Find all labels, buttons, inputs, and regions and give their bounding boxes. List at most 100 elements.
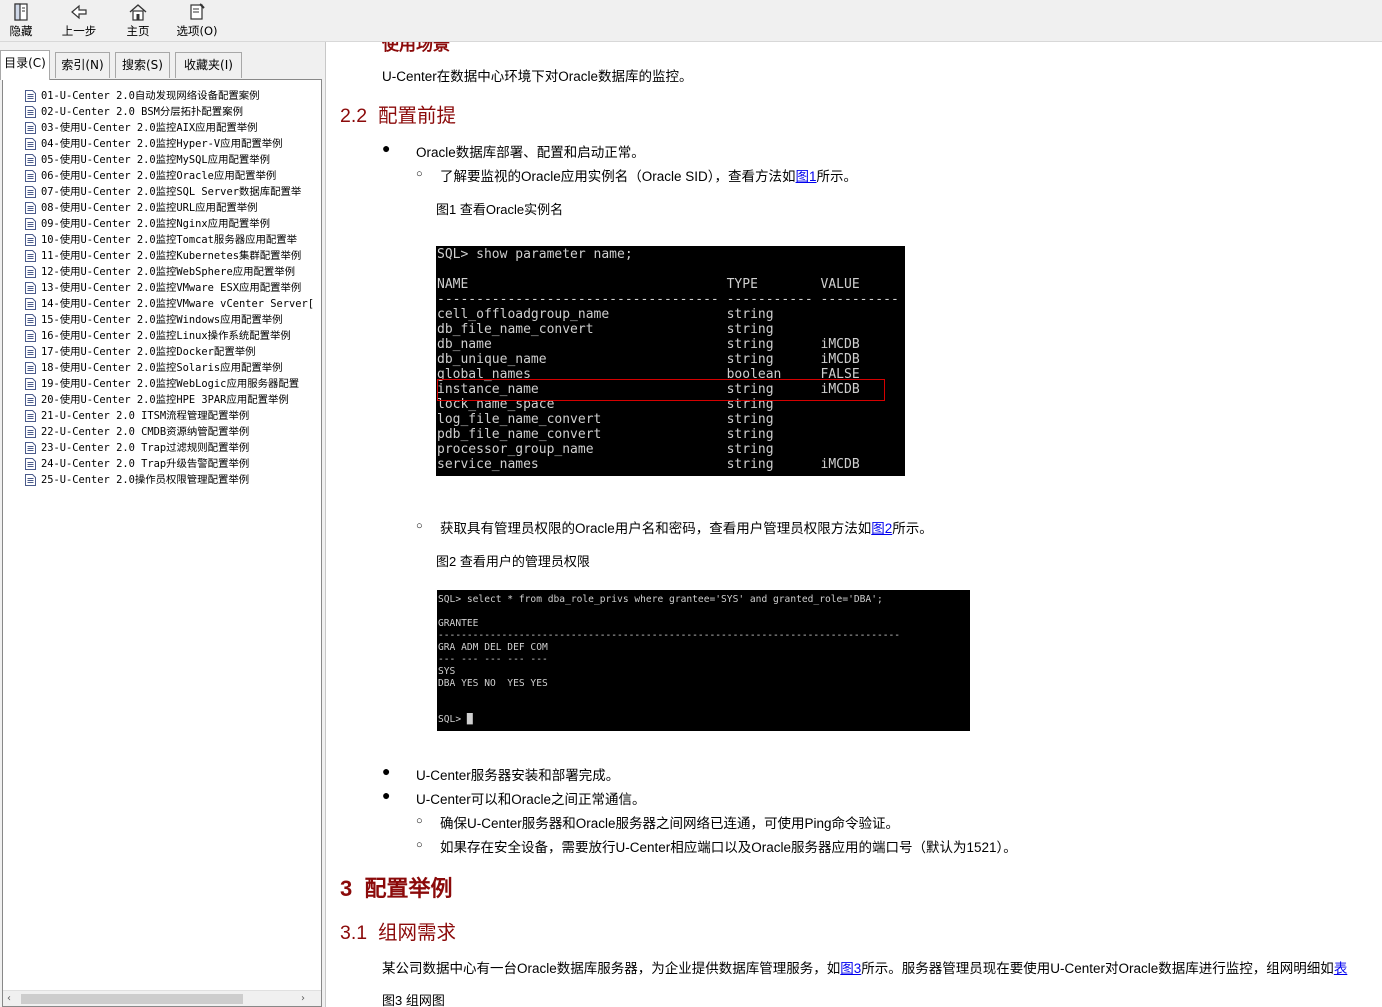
- tree-item-label: 17-使用U-Center 2.0监控Docker配置举例: [41, 346, 256, 358]
- tree-item-label: 18-使用U-Center 2.0监控Solaris应用配置举例: [41, 362, 283, 374]
- tree-item-label: 13-使用U-Center 2.0监控VMware ESX应用配置举例: [41, 282, 302, 294]
- fig2-link[interactable]: 图2: [871, 521, 892, 536]
- document-icon: [25, 106, 36, 118]
- terminal-row: service_names string iMCDB: [437, 457, 860, 472]
- toolbar: 隐藏 上一步 主页 选项(O): [0, 0, 1382, 42]
- contents-tree: 01-U-Center 2.0自动发现网络设备配置案例 02-U-Center 2…: [3, 88, 313, 988]
- table-link[interactable]: 表: [1334, 961, 1348, 976]
- document-icon: [25, 154, 36, 166]
- tab-index-label: 索引(N): [61, 58, 104, 72]
- terminal-line: ----------------------------------------…: [438, 630, 901, 641]
- document-icon: [25, 346, 36, 358]
- document-icon: [25, 170, 36, 182]
- tree-item-label: 11-使用U-Center 2.0监控Kubernetes集群配置举例: [41, 250, 302, 262]
- section-title: 组网需求: [377, 922, 456, 944]
- terminal-row: db_name string iMCDB: [437, 337, 860, 352]
- tree-item[interactable]: 22-U-Center 2.0 CMDB资源纳管配置举例: [25, 424, 249, 440]
- fig3-link[interactable]: 图3: [840, 961, 861, 976]
- fig1-link[interactable]: 图1: [796, 169, 817, 184]
- tree-item[interactable]: 13-使用U-Center 2.0监控VMware ESX应用配置举例: [25, 280, 301, 296]
- tree-item[interactable]: 14-使用U-Center 2.0监控VMware vCenter Server…: [25, 296, 313, 312]
- tree-item-label: 19-使用U-Center 2.0监控WebLogic应用服务器配置: [41, 378, 300, 390]
- networking-text-mid: 所示。服务器管理员现在要使用U-Center对Oracle数据库进行监控，组网明…: [861, 961, 1334, 976]
- tree-item-label: 01-U-Center 2.0自动发现网络设备配置案例: [41, 90, 260, 102]
- tree-item[interactable]: 20-使用U-Center 2.0监控HPE 3PAR应用配置举例: [25, 392, 289, 408]
- document-icon: [25, 218, 36, 230]
- document-icon: [25, 426, 36, 438]
- tree-item[interactable]: 09-使用U-Center 2.0监控Nginx应用配置举例: [25, 216, 270, 232]
- terminal-header: NAME TYPE VALUE: [437, 277, 860, 292]
- hide-button[interactable]: 隐藏: [4, 0, 38, 40]
- tab-contents[interactable]: 目录(C): [0, 50, 50, 80]
- tree-item[interactable]: 17-使用U-Center 2.0监控Docker配置举例: [25, 344, 256, 360]
- bullet-icon: ●: [382, 763, 391, 779]
- terminal-row: db_unique_name string iMCDB: [437, 352, 860, 367]
- tree-item[interactable]: 15-使用U-Center 2.0监控Windows应用配置举例: [25, 312, 283, 328]
- tree-item-label: 02-U-Center 2.0 BSM分层拓扑配置案例: [41, 106, 243, 118]
- tree-item[interactable]: 19-使用U-Center 2.0监控WebLogic应用服务器配置: [25, 376, 299, 392]
- document-icon: [25, 90, 36, 102]
- scrollbar-thumb[interactable]: [21, 994, 243, 1004]
- document-icon: [25, 378, 36, 390]
- tree-item[interactable]: 18-使用U-Center 2.0监控Solaris应用配置举例: [25, 360, 283, 376]
- tree-item-label: 14-使用U-Center 2.0监控VMware vCenter Server…: [41, 298, 313, 310]
- tree-item[interactable]: 07-使用U-Center 2.0监控SQL Server数据库配置举: [25, 184, 301, 200]
- home-button[interactable]: 主页: [122, 0, 154, 40]
- tab-search-label: 搜索(S): [122, 58, 163, 72]
- back-button[interactable]: 上一步: [58, 0, 100, 40]
- tree-item[interactable]: 05-使用U-Center 2.0监控MySQL应用配置举例: [25, 152, 270, 168]
- figure-1-caption: 图1 查看Oracle实例名: [436, 202, 564, 217]
- tree-item[interactable]: 21-U-Center 2.0 ITSM流程管理配置举例: [25, 408, 249, 424]
- tree-item[interactable]: 25-U-Center 2.0操作员权限管理配置举例: [25, 472, 249, 488]
- intro-paragraph: U-Center在数据中心环境下对Oracle数据库的监控。: [382, 69, 693, 84]
- horizontal-scrollbar[interactable]: ‹ ›: [3, 990, 321, 1006]
- terminal-row: processor_group_name string: [437, 442, 774, 457]
- tree-item[interactable]: 04-使用U-Center 2.0监控Hyper-V应用配置举例: [25, 136, 283, 152]
- terminal-line: SQL> █: [438, 714, 473, 725]
- options-button-label: 选项(O): [176, 24, 218, 38]
- tree-item-label: 22-U-Center 2.0 CMDB资源纳管配置举例: [41, 426, 250, 438]
- tab-index[interactable]: 索引(N): [55, 52, 110, 78]
- tree-item[interactable]: 24-U-Center 2.0 Trap升级告警配置举例: [25, 456, 249, 472]
- terminal-line: GRA ADM DEL DEF COM: [438, 642, 548, 653]
- scroll-left-icon[interactable]: ‹: [7, 993, 11, 1004]
- hide-pane-icon: [14, 3, 28, 21]
- section-heading-2-2: 2.2 配置前提: [340, 99, 456, 128]
- contents-tree-panel: 01-U-Center 2.0自动发现网络设备配置案例 02-U-Center 2…: [2, 79, 322, 1007]
- tree-item[interactable]: 02-U-Center 2.0 BSM分层拓扑配置案例: [25, 104, 243, 120]
- tab-search[interactable]: 搜索(S): [115, 52, 170, 78]
- circle-bullet-icon: ○: [416, 168, 423, 180]
- figure-2-terminal: SQL> select * from dba_role_privs where …: [437, 590, 970, 731]
- section-heading-3: 3 配置举例: [340, 871, 453, 903]
- tree-item[interactable]: 11-使用U-Center 2.0监控Kubernetes集群配置举例: [25, 248, 301, 264]
- document-icon: [25, 410, 36, 422]
- document-icon: [25, 474, 36, 486]
- tab-favorites[interactable]: 收藏夹(I): [175, 52, 242, 78]
- section-number: 3: [340, 876, 353, 901]
- hide-button-label: 隐藏: [9, 24, 33, 38]
- tree-item[interactable]: 01-U-Center 2.0自动发现网络设备配置案例: [25, 88, 260, 104]
- tree-item[interactable]: 10-使用U-Center 2.0监控Tomcat服务器应用配置举: [25, 232, 297, 248]
- subbullet-ports: 如果存在安全设备，需要放行U-Center相应端口以及Oracle服务器应用的端…: [440, 840, 1017, 855]
- scroll-right-icon[interactable]: ›: [301, 993, 305, 1004]
- options-button[interactable]: 选项(O): [174, 0, 220, 40]
- home-icon: [129, 4, 147, 21]
- tree-item[interactable]: 03-使用U-Center 2.0监控AIX应用配置举例: [25, 120, 258, 136]
- tree-item[interactable]: 06-使用U-Center 2.0监控Oracle应用配置举例: [25, 168, 276, 184]
- section-number: 2.2: [340, 105, 368, 127]
- instance-text: 了解要监视的Oracle应用实例名（Oracle SID），查看方法如: [440, 169, 796, 184]
- tree-item[interactable]: 23-U-Center 2.0 Trap过滤规则配置举例: [25, 440, 249, 456]
- circle-bullet-icon: ○: [416, 520, 423, 532]
- terminal-row: cell_offloadgroup_name string: [437, 307, 774, 322]
- back-button-label: 上一步: [61, 24, 97, 38]
- document-icon: [25, 442, 36, 454]
- tree-item[interactable]: 08-使用U-Center 2.0监控URL应用配置举例: [25, 200, 258, 216]
- tree-item[interactable]: 16-使用U-Center 2.0监控Linux操作系统配置举例: [25, 328, 291, 344]
- terminal-row: db_file_name_convert string: [437, 322, 774, 337]
- terminal-line: DBA YES NO YES YES: [438, 678, 548, 689]
- clipped-section-heading: 使用场景: [382, 42, 450, 54]
- bullet-communication: U-Center可以和Oracle之间正常通信。: [416, 792, 646, 807]
- tree-item-label: 24-U-Center 2.0 Trap升级告警配置举例: [41, 458, 250, 470]
- tree-item[interactable]: 12-使用U-Center 2.0监控WebSphere应用配置举例: [25, 264, 295, 280]
- bullet-icon: ●: [382, 140, 391, 156]
